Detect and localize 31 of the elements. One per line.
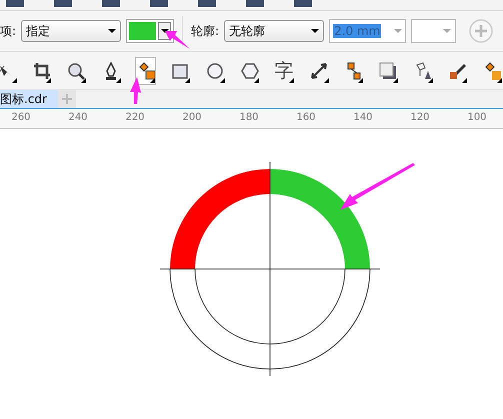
ruler-label: 220 (124, 112, 146, 123)
ruler-label: 200 (181, 112, 203, 123)
annotation-arrow (165, 31, 190, 49)
ruler-label: 260 (10, 112, 32, 123)
ellipse-icon (206, 62, 224, 80)
outline-type-dropdown[interactable]: 无轮廓 (224, 20, 324, 42)
shadow-icon (379, 62, 398, 80)
dimension-icon (310, 62, 328, 80)
annotation-arrow (130, 77, 141, 104)
transparency-icon (414, 62, 432, 80)
crop-icon (32, 62, 50, 80)
outline-label: 轮廓: (191, 22, 220, 40)
ruler-label: 100 (466, 112, 488, 123)
eyedropper-icon (448, 62, 467, 80)
document-tab[interactable]: 图标.cdr (0, 90, 58, 108)
polygon-icon (240, 62, 259, 80)
fill-color-picker[interactable] (126, 19, 174, 43)
ruler-label: 160 (295, 112, 317, 123)
fill-tool[interactable] (134, 56, 156, 84)
fill-type-dropdown[interactable]: 指定 (21, 20, 122, 42)
ruler-label: 240 (67, 112, 89, 123)
ruler-label: 180 (238, 112, 260, 123)
fill-icon (136, 62, 155, 80)
connector-icon (344, 62, 363, 80)
ruler-label: 120 (409, 112, 431, 123)
fill-label: 项: (0, 22, 16, 40)
rect-icon (171, 62, 190, 80)
zoom-icon (67, 62, 86, 80)
outline-color-picker[interactable] (411, 19, 456, 43)
ruler-label: 140 (352, 112, 374, 123)
text-tool[interactable]: 字 (273, 56, 296, 84)
